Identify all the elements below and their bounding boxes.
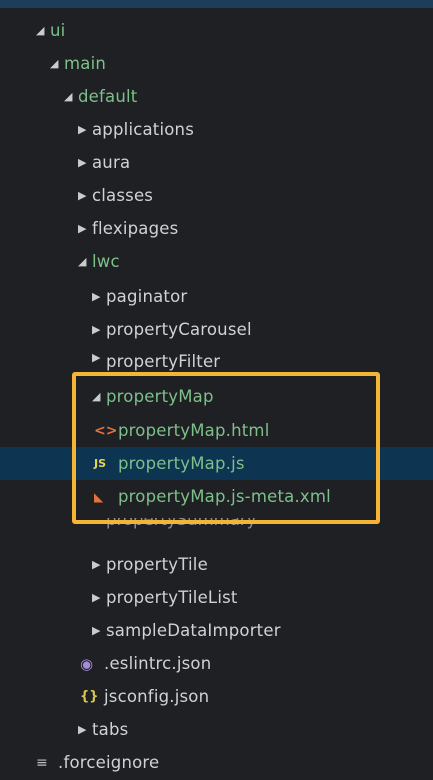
tree-item-label: lwc: [92, 252, 120, 271]
tree-item-label: propertyMap: [106, 387, 214, 406]
chevron-right-icon[interactable]: ▶: [92, 559, 106, 570]
tree-item-label: flexipages: [92, 219, 179, 238]
chevron-right-icon[interactable]: ▶: [78, 157, 92, 168]
header-strip: [0, 0, 433, 8]
tree-item-label: tabs: [92, 720, 129, 739]
tree-folder-classes[interactable]: ▶ classes: [0, 179, 433, 212]
tree-item-label: .eslintrc.json: [104, 654, 212, 673]
chevron-down-icon[interactable]: ◢: [64, 91, 78, 102]
tree-folder-ui[interactable]: ◢ ui: [0, 14, 433, 47]
tree-item-label: propertyFilter: [106, 352, 221, 371]
tree-file-propertymap-html[interactable]: <> propertyMap.html: [0, 414, 433, 447]
tree-item-label: sampleDataImporter: [106, 621, 281, 640]
tree-folder-aura[interactable]: ▶ aura: [0, 146, 433, 179]
chevron-right-icon[interactable]: ▶: [92, 592, 106, 603]
rss-xml-icon: ◣: [94, 489, 104, 504]
tree-folder-tabs[interactable]: ▶ tabs: [0, 713, 433, 746]
tree-item-label: propertyCarousel: [106, 320, 252, 339]
tree-file-jsconfig[interactable]: {} jsconfig.json: [0, 680, 433, 713]
eslint-icon: ◉: [80, 654, 94, 673]
tree-item-label: main: [64, 54, 107, 73]
tree-folder-sampledataimporter[interactable]: ▶ sampleDataImporter: [0, 614, 433, 647]
tree-item-label: propertyTileList: [106, 588, 238, 607]
tree-item-label: propertyMap.html: [118, 421, 270, 440]
chevron-right-icon[interactable]: ▶: [78, 124, 92, 135]
tree-folder-propertytilelist[interactable]: ▶ propertyTileList: [0, 581, 433, 614]
chevron-right-icon[interactable]: ▶: [78, 724, 92, 735]
tree-item-label: .forceignore: [58, 753, 160, 772]
tree-item-label: propertyMap.js: [118, 454, 245, 473]
tree-item-label: jsconfig.json: [104, 687, 210, 706]
list-lines-icon: ≡: [36, 754, 48, 771]
tree-item-label: ui: [50, 21, 66, 40]
chevron-down-icon[interactable]: ◢: [92, 391, 106, 402]
tree-item-label: paginator: [106, 287, 188, 306]
chevron-down-icon[interactable]: ◢: [78, 256, 92, 267]
chevron-right-icon[interactable]: ▶: [92, 625, 106, 636]
chevron-right-icon[interactable]: ▶: [92, 352, 106, 363]
chevron-down-icon[interactable]: ◢: [50, 58, 64, 69]
tree-item-label: classes: [92, 186, 154, 205]
chevron-right-icon[interactable]: ▶: [92, 291, 106, 302]
chevron-right-icon[interactable]: ▶: [78, 190, 92, 201]
tree-file-propertymap-js[interactable]: JS propertyMap.js: [0, 447, 433, 480]
tree-folder-default[interactable]: ◢ default: [0, 80, 433, 113]
tree-folder-propertymap[interactable]: ◢ propertyMap: [0, 380, 433, 413]
tree-file-forceignore[interactable]: ≡ .forceignore: [0, 746, 433, 779]
tree-folder-main[interactable]: ◢ main: [0, 47, 433, 80]
file-explorer: ◢ ui ◢ main ◢ default ▶ applications ▶ a…: [0, 0, 433, 780]
tree-folder-propertyfilter[interactable]: ▶ propertyFilter: [0, 346, 433, 372]
tree-folder-propertytile[interactable]: ▶ propertyTile: [0, 548, 433, 581]
tree-folder-paginator[interactable]: ▶ paginator: [0, 280, 433, 313]
tree-item-label: default: [78, 87, 138, 106]
tree-item-label: propertyMap.js-meta.xml: [118, 487, 331, 506]
tree-folder-lwc[interactable]: ◢ lwc: [0, 245, 433, 278]
tree-item-label: aura: [92, 153, 131, 172]
tree-item-label: propertySummary: [106, 518, 257, 529]
chevron-right-icon[interactable]: ▶: [78, 223, 92, 234]
tree-folder-applications[interactable]: ▶ applications: [0, 113, 433, 146]
tree-folder-flexipages[interactable]: ▶ flexipages: [0, 212, 433, 245]
js-file-icon: JS: [94, 457, 107, 470]
tree-item-label: propertyTile: [106, 555, 208, 574]
chevron-down-icon[interactable]: ◢: [36, 25, 50, 36]
json-file-icon: {}: [80, 689, 99, 704]
tree-folder-propertycarousel[interactable]: ▶ propertyCarousel: [0, 313, 433, 346]
chevron-right-icon[interactable]: ▶: [92, 324, 106, 335]
tree-file-eslintrc[interactable]: ◉ .eslintrc.json: [0, 647, 433, 680]
html-file-icon: <>: [94, 422, 118, 439]
tree-file-propertymap-meta-xml[interactable]: ◣ propertyMap.js-meta.xml: [0, 480, 433, 513]
tree-item-label: applications: [92, 120, 195, 139]
tree-folder-propertysummary[interactable]: propertySummary: [70, 518, 400, 538]
